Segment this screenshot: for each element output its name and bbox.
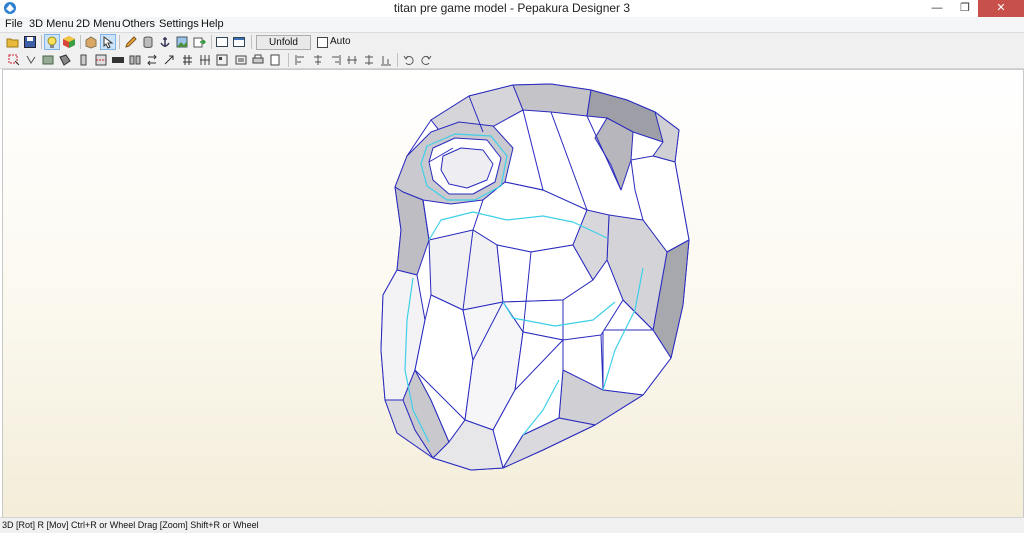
- status-text: 3D [Rot] R [Mov] Ctrl+R or Wheel Drag [Z…: [2, 520, 259, 530]
- title-bar: titan pre game model - Pepakura Designer…: [0, 0, 1024, 18]
- save-icon[interactable]: [23, 35, 37, 49]
- window-title: titan pre game model - Pepakura Designer…: [393, 1, 631, 15]
- anchor-icon[interactable]: [158, 35, 172, 49]
- menu-bar: File 3D Menu 2D Menu Others Settings Hel…: [0, 17, 1024, 33]
- texture-icon[interactable]: [175, 35, 189, 49]
- edit-mode-icon[interactable]: [7, 53, 21, 67]
- align-center-icon[interactable]: [311, 53, 325, 67]
- maximize-button[interactable]: ❐: [952, 0, 978, 17]
- unfold-button[interactable]: Unfold: [256, 35, 311, 50]
- align-right-icon[interactable]: [328, 53, 342, 67]
- minimize-button[interactable]: —: [924, 0, 950, 17]
- grid-icon[interactable]: [198, 53, 212, 67]
- undo-icon[interactable]: [402, 53, 416, 67]
- arrange-icon[interactable]: [145, 53, 159, 67]
- join-icon[interactable]: [111, 53, 125, 67]
- print-icon[interactable]: [251, 53, 265, 67]
- auto-label: Auto: [330, 36, 351, 47]
- lightbulb-icon[interactable]: [44, 34, 60, 50]
- edit-toolbar: [0, 51, 1024, 69]
- 3d-viewport[interactable]: [2, 69, 1024, 518]
- auto-checkbox[interactable]: [317, 37, 328, 48]
- page-setup-icon[interactable]: [268, 53, 282, 67]
- distribute-h-icon[interactable]: [345, 53, 359, 67]
- menu-help[interactable]: Help: [201, 17, 224, 32]
- select-arrow-icon[interactable]: [100, 34, 116, 50]
- box-open-icon[interactable]: [84, 35, 98, 49]
- close-button[interactable]: ✕: [978, 0, 1024, 17]
- number-icon[interactable]: [181, 53, 195, 67]
- pencil-icon[interactable]: [124, 35, 138, 49]
- single-view-icon[interactable]: [215, 35, 229, 49]
- layout-icon[interactable]: [215, 53, 229, 67]
- split-icon[interactable]: [128, 53, 142, 67]
- menu-2d[interactable]: 2D Menu: [76, 17, 121, 32]
- helmet-model[interactable]: [3, 70, 1023, 517]
- menu-file[interactable]: File: [5, 17, 23, 32]
- main-toolbar: [0, 33, 1024, 52]
- export-icon[interactable]: [192, 35, 206, 49]
- cube-color-icon[interactable]: [62, 35, 76, 49]
- status-bar: 3D [Rot] R [Mov] Ctrl+R or Wheel Drag [Z…: [0, 517, 1024, 533]
- align-bottom-icon[interactable]: [379, 53, 393, 67]
- align-left-icon[interactable]: [294, 53, 308, 67]
- texture-tool-icon[interactable]: [58, 53, 72, 67]
- open-folder-icon[interactable]: [6, 35, 20, 49]
- print-preview-icon[interactable]: [234, 53, 248, 67]
- menu-settings[interactable]: Settings: [159, 17, 199, 32]
- distribute-v-icon[interactable]: [362, 53, 376, 67]
- cylinder-icon[interactable]: [141, 35, 155, 49]
- fold-line-icon[interactable]: [94, 53, 108, 67]
- flap-icon[interactable]: [77, 53, 91, 67]
- menu-others[interactable]: Others: [122, 17, 155, 32]
- scale-icon[interactable]: [162, 53, 176, 67]
- move-part-icon[interactable]: [41, 53, 55, 67]
- menu-3d[interactable]: 3D Menu: [29, 17, 74, 32]
- rotate-part-icon[interactable]: [24, 53, 38, 67]
- redo-icon[interactable]: [419, 53, 433, 67]
- split-view-icon[interactable]: [232, 35, 246, 49]
